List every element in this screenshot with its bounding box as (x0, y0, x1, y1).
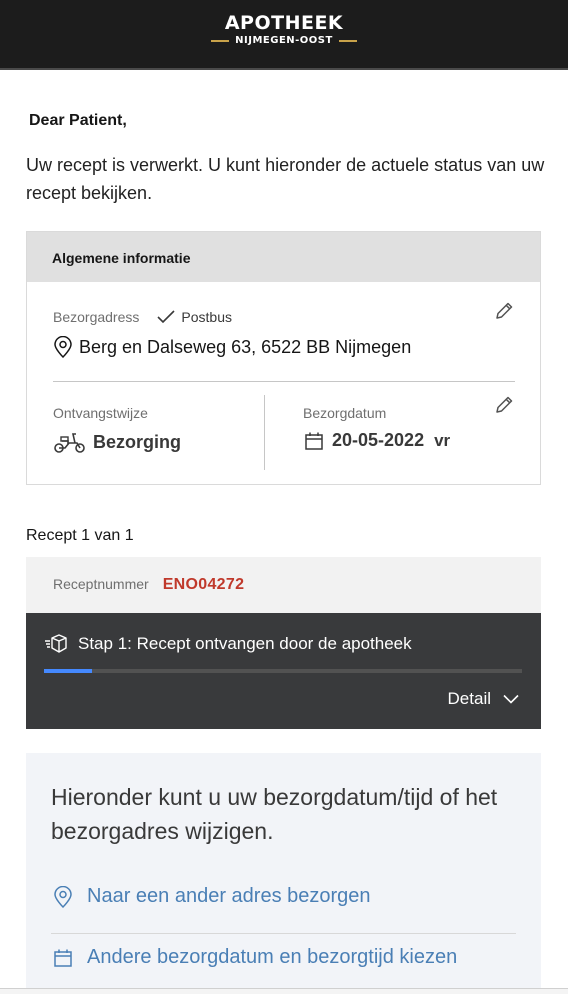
section-divider (53, 381, 515, 382)
calendar-icon (54, 949, 72, 967)
delivery-date-value: 20-05-2022 (332, 430, 425, 450)
recept-number-value: ENO04272 (162, 576, 245, 593)
bottom-edge (0, 988, 568, 994)
brand-subtitle-row: NIJMEGEN-OOST (0, 35, 568, 46)
link-other-address[interactable]: Naar een ander adres bezorgen (53, 885, 371, 908)
calendar-icon (305, 432, 323, 450)
delivery-address: Berg en Dalseweg 63, 6522 BB Nijmegen (79, 336, 412, 357)
receipt-method-label: Ontvangstwijze (53, 405, 148, 421)
change-delivery-title: Hieronder kunt u uw bezorgdatum/tijd of … (51, 784, 498, 844)
progress-track (44, 669, 522, 673)
top-header: APOTHEEK NIJMEGEN-OOST (0, 0, 568, 70)
logo-rule-left (211, 39, 230, 42)
scooter-icon (54, 433, 85, 453)
general-info-card: Algemene informatie Bezorgadress Postbus… (26, 231, 541, 485)
change-delivery-card: Hieronder kunt u uw bezorgdatum/tijd of … (26, 753, 541, 994)
postbus-label: Postbus (181, 309, 232, 325)
intro-text: Uw recept is verwerkt. U kunt hieronder … (26, 155, 545, 203)
link-divider (51, 933, 516, 934)
brand-name: APOTHEEK (224, 12, 344, 34)
brand-subtitle: NIJMEGEN-OOST (235, 35, 333, 46)
logo-rule-right (338, 39, 357, 42)
checkmark-icon (157, 310, 175, 324)
greeting: Dear Patient, (29, 112, 127, 129)
address-label: Bezorgadress (53, 309, 140, 325)
location-pin-icon (54, 885, 72, 908)
address-label-row: Bezorgadress Postbus (53, 309, 232, 325)
package-icon (45, 634, 67, 653)
address-row: Berg en Dalseweg 63, 6522 BB Nijmegen (53, 336, 411, 358)
delivery-date-label: Bezorgdatum (303, 405, 387, 421)
link-other-date-label: Andere bezorgdatum en bezorgtijd kiezen (87, 946, 458, 968)
receipt-method-value: Bezorging (93, 431, 181, 452)
recept-number-bar: Receptnummer ENO04272 (26, 557, 541, 613)
step-row: Stap 1: Recept ontvangen door de apothee… (44, 633, 412, 655)
location-pin-icon (54, 336, 72, 358)
column-divider (264, 395, 265, 470)
link-other-date[interactable]: Andere bezorgdatum en bezorgtijd kiezen (53, 946, 457, 969)
edit-delivery-icon[interactable] (493, 394, 515, 416)
recept-number-label: Receptnummer (53, 576, 149, 592)
receipt-method-row: Bezorging (53, 430, 181, 454)
step-text: Stap 1: Recept ontvangen door de apothee… (78, 634, 412, 653)
recept-count: Recept 1 van 1 (26, 527, 134, 544)
link-other-address-label: Naar een ander adres bezorgen (87, 885, 371, 907)
edit-address-icon[interactable] (493, 300, 515, 322)
delivery-date-row: 20-05-2022 vr (304, 430, 450, 451)
general-info-header: Algemene informatie (27, 232, 540, 282)
detail-toggle[interactable]: Detail (448, 689, 519, 709)
progress-fill (44, 669, 92, 673)
detail-label: Detail (447, 689, 491, 708)
postbus-indicator: Postbus (157, 309, 232, 325)
brand-logo: APOTHEEK NIJMEGEN-OOST (0, 12, 568, 46)
chevron-down-icon (503, 694, 519, 704)
delivery-day-value: vr (434, 430, 451, 450)
status-panel: Stap 1: Recept ontvangen door de apothee… (26, 613, 541, 729)
